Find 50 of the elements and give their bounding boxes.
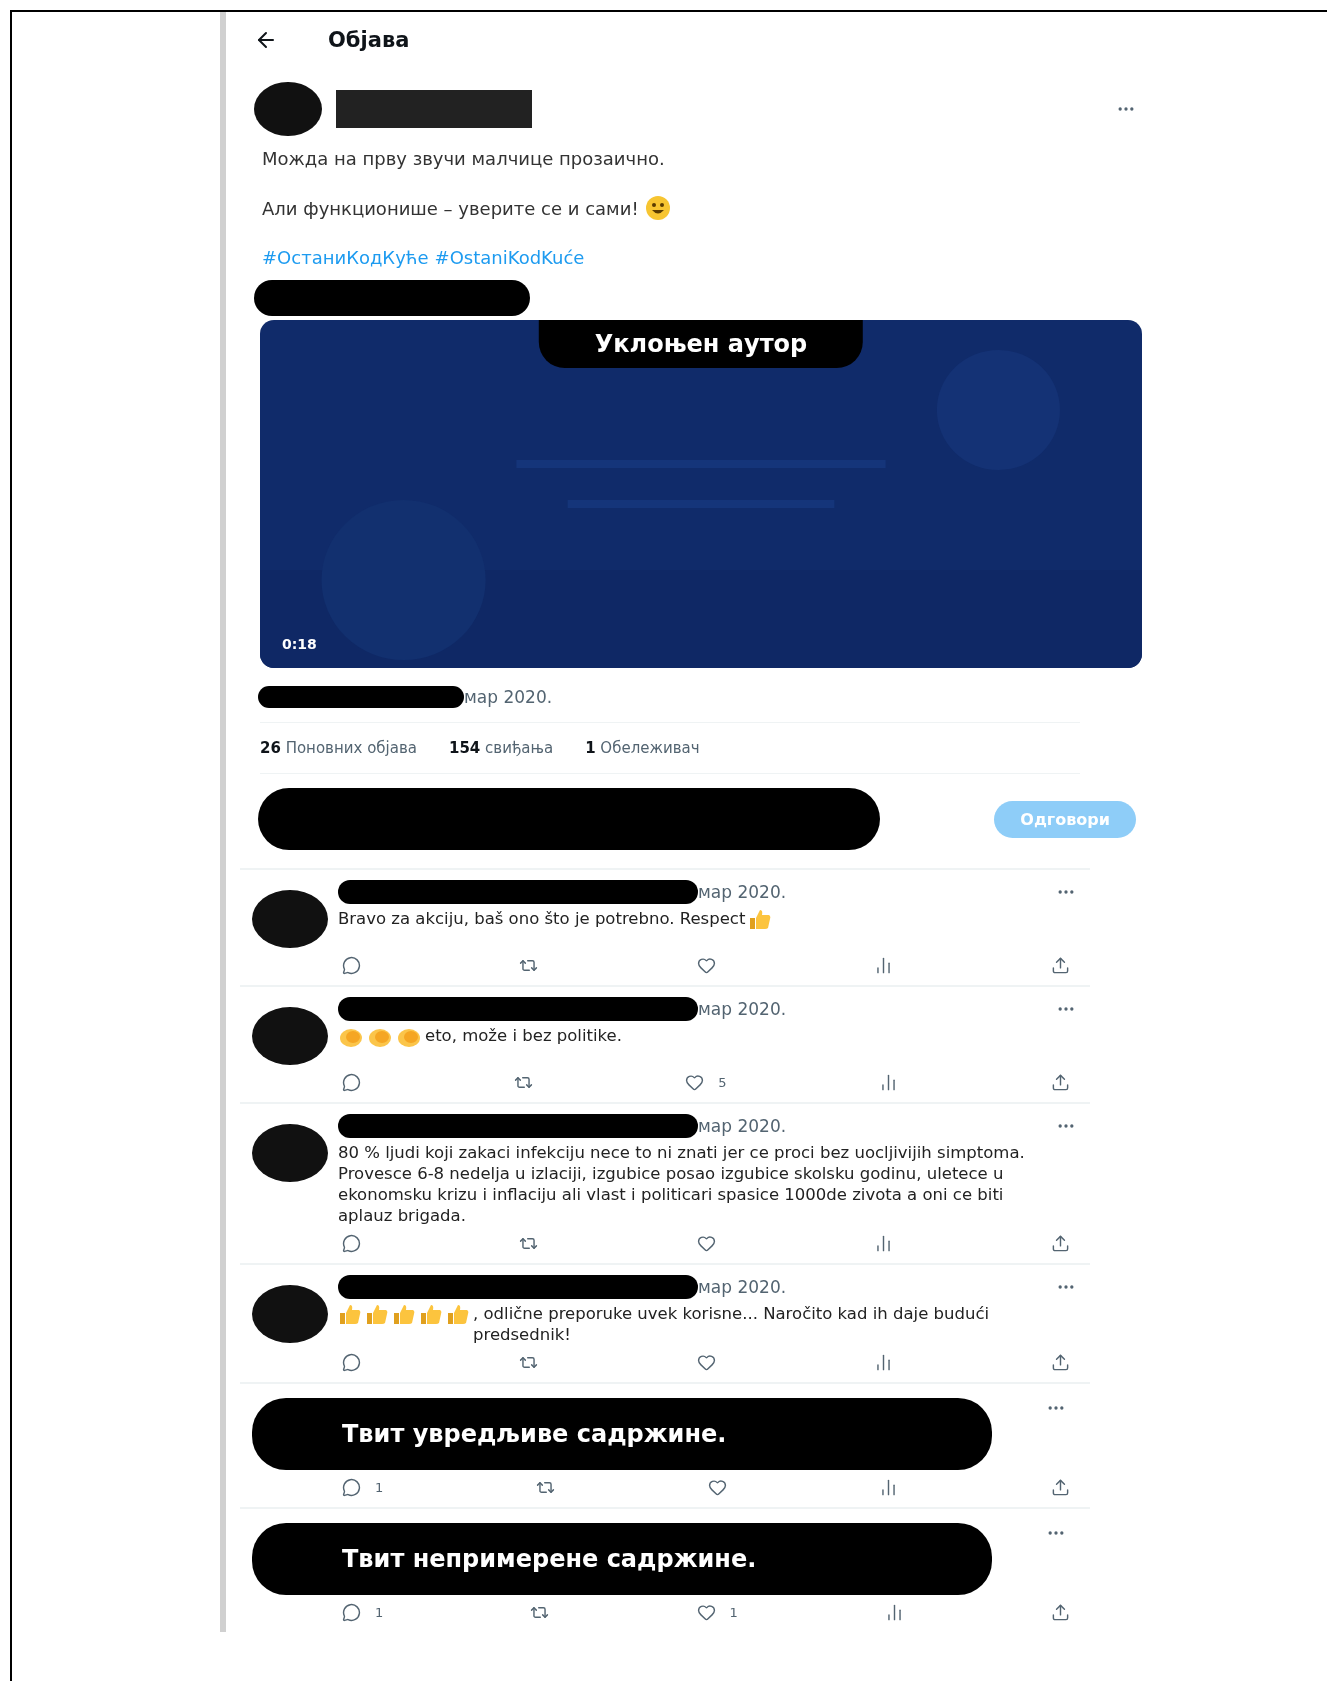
comment-text: Bravo za akciju, baš ono što je potrebno. Respect — [338, 908, 746, 930]
comment-date: мар 2020. — [698, 882, 787, 903]
share-icon[interactable] — [1051, 956, 1070, 976]
stat-text: 26 Поновних објава — [260, 739, 417, 758]
comment-text: , odlične preporuke uvek korisne... Naročito kad ih daje budući predsednik! — [473, 1303, 991, 1346]
share-icon[interactable] — [1050, 1073, 1070, 1093]
post-date: мар 2020. — [464, 687, 553, 708]
comment-text: 80 % ljudi koji zakaci infekciju nece to ni znati jer ce proci bez uocljivijih simptoma. Provesce 6-8 nedelja u izlaciji, izgubice posao izgubice skolsku godinu, uletece u ekonomsku krizu i inflaciju ali vlast i politicari spasice 1000de zivota a oni ce biti aplauz brigada. — [338, 1142, 1026, 1227]
smiley-emoji-icon — [644, 195, 671, 222]
post-text: Можда на прву звучи малчице прозаично. — [262, 148, 665, 170]
like-icon[interactable] — [696, 1353, 716, 1373]
share-icon[interactable] — [1051, 1234, 1070, 1254]
share-icon[interactable] — [1051, 1353, 1070, 1373]
action-count: 1 — [375, 1605, 384, 1621]
hashtag-link[interactable]: #OstaniKodKuće — [434, 247, 585, 269]
video-duration: 0:18 — [282, 636, 317, 653]
removed-author-label: Уклоњен аутор — [538, 320, 864, 369]
stat-text: 154 свиђања — [448, 739, 554, 758]
page-title: Објава — [328, 28, 410, 52]
thumbs-up-icon — [365, 1303, 389, 1326]
comment-date: мар 2020. — [698, 1116, 787, 1137]
share-icon[interactable] — [1051, 1603, 1070, 1623]
action-count: 1 — [375, 1480, 384, 1496]
like-icon[interactable] — [707, 1478, 727, 1498]
like-icon[interactable] — [696, 1234, 716, 1254]
thumbs-up-icon — [419, 1303, 443, 1326]
share-icon[interactable] — [1050, 1478, 1070, 1498]
reply-icon[interactable] — [342, 1073, 361, 1093]
reply-icon[interactable] — [342, 1353, 361, 1373]
thumbs-up-icon — [392, 1303, 416, 1326]
comment-text: eto, može i bez politike. — [425, 1025, 622, 1047]
reply-icon[interactable] — [342, 1478, 361, 1498]
reply-icon[interactable] — [342, 956, 361, 976]
action-count: 1 — [729, 1605, 738, 1621]
post-text: Али функционише – уверите се и сами! — [262, 197, 639, 219]
thumbs-up-icon — [446, 1303, 470, 1326]
comment-date: мар 2020. — [698, 1277, 787, 1298]
thumbs-up-icon — [748, 908, 773, 931]
like-icon[interactable] — [685, 1073, 705, 1093]
redacted-tweet-label: Твит увредљиве садржине. — [252, 1398, 992, 1471]
like-icon[interactable] — [696, 1603, 716, 1623]
hashtag-link[interactable]: #ОстаниКодКуће — [262, 247, 429, 269]
action-count: 5 — [718, 1075, 727, 1091]
stat-text: 1 Обележивач — [585, 739, 700, 758]
reply-icon[interactable] — [342, 1234, 361, 1254]
thumbs-up-icon — [338, 1303, 362, 1326]
comment-date: мар 2020. — [698, 999, 787, 1020]
redacted-tweet-label: Твит непримерене садржине. — [252, 1523, 992, 1596]
reply-icon[interactable] — [342, 1603, 361, 1623]
like-icon[interactable] — [696, 956, 716, 976]
